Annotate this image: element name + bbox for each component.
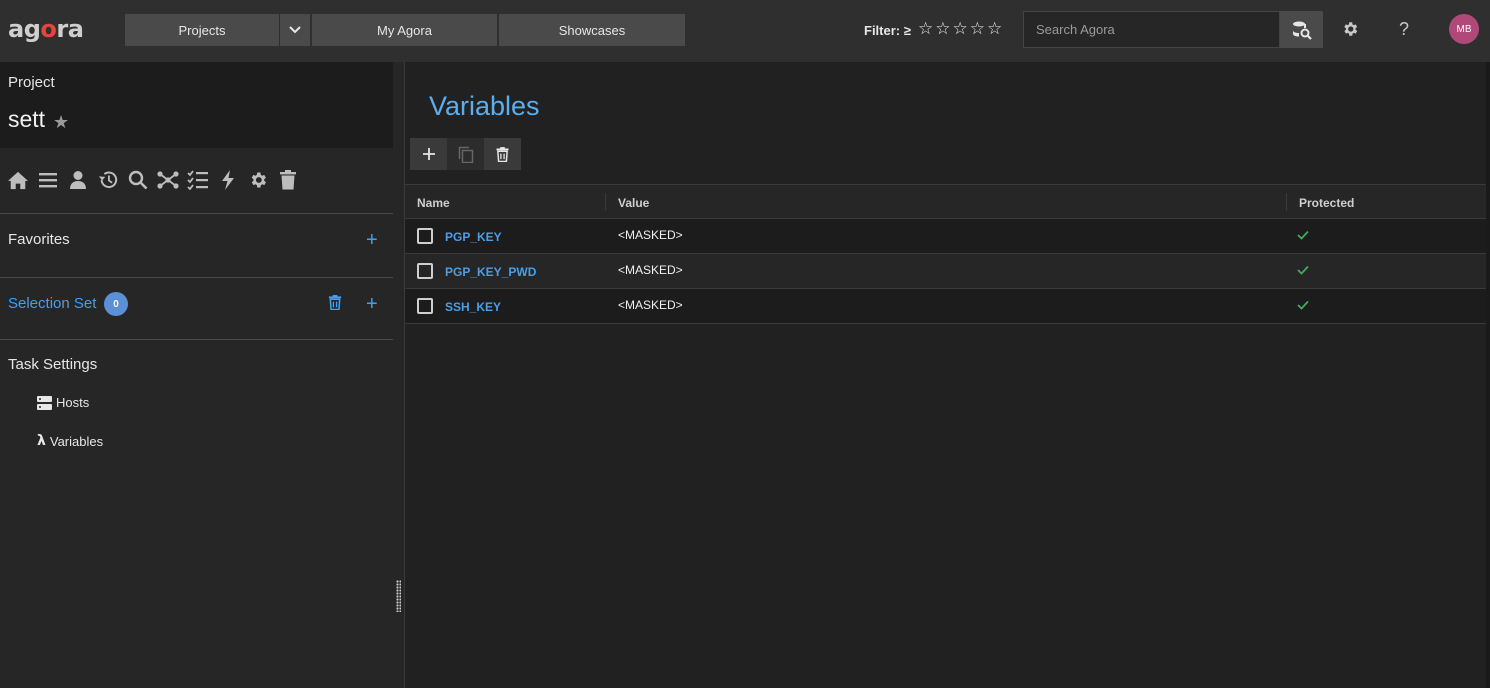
copy-icon xyxy=(458,146,473,163)
column-header-protected[interactable]: Protected xyxy=(1299,196,1354,210)
search-icon[interactable] xyxy=(126,168,150,192)
showcases-button[interactable]: Showcases xyxy=(499,14,685,46)
star-icon[interactable]: ☆ xyxy=(970,19,985,39)
page-title: Variables xyxy=(429,91,540,121)
my-agora-button[interactable]: My Agora xyxy=(312,14,497,46)
protected-check-icon xyxy=(1297,297,1309,315)
star-icon[interactable]: ☆ xyxy=(953,19,968,39)
project-name: sett xyxy=(8,106,46,132)
workflow-icon[interactable] xyxy=(156,168,180,192)
divider xyxy=(0,339,393,340)
divider xyxy=(0,277,393,278)
variable-value: <MASKED> xyxy=(618,263,683,277)
help-icon[interactable]: ? xyxy=(1393,18,1415,40)
rating-filter-stars: ☆ ☆ ☆ ☆ ☆ xyxy=(918,19,1002,39)
variables-table: Name Value Protected PGP_KEY <MASKED> PG… xyxy=(405,184,1487,324)
settings-gear-icon[interactable] xyxy=(1339,18,1361,40)
row-checkbox[interactable] xyxy=(417,228,433,244)
search-button[interactable] xyxy=(1280,11,1323,48)
protected-check-icon xyxy=(1297,262,1309,280)
server-icon xyxy=(37,395,52,410)
home-icon[interactable] xyxy=(6,168,30,192)
project-label: Project xyxy=(8,74,55,91)
star-icon[interactable]: ☆ xyxy=(987,19,1002,39)
agora-logo[interactable]: agora xyxy=(8,15,84,43)
projects-dropdown-button[interactable] xyxy=(280,14,310,46)
trash-icon[interactable] xyxy=(276,168,300,192)
scrollbar[interactable] xyxy=(1486,62,1490,688)
selection-count-badge: 0 xyxy=(104,292,128,316)
panel-resize-handle[interactable] xyxy=(396,580,401,612)
favorites-heading: Favorites xyxy=(8,231,70,248)
variable-name-link[interactable]: SSH_KEY xyxy=(445,300,501,314)
variable-name-link[interactable]: PGP_KEY_PWD xyxy=(445,265,536,279)
table-header: Name Value Protected xyxy=(405,184,1487,219)
chevron-down-icon xyxy=(289,26,301,34)
add-favorite-plus-icon[interactable]: + xyxy=(366,230,378,250)
row-checkbox[interactable] xyxy=(417,298,433,314)
variable-name-link[interactable]: PGP_KEY xyxy=(445,230,502,244)
database-search-icon xyxy=(1292,21,1312,40)
lambda-icon: λ xyxy=(37,433,46,449)
search-input[interactable] xyxy=(1023,11,1280,48)
trash-icon xyxy=(496,146,509,162)
add-selection-plus-icon[interactable]: + xyxy=(366,294,378,314)
left-panel: Project sett ★ Favorites + Selection Set… xyxy=(0,62,393,688)
project-header: Project sett ★ xyxy=(0,62,393,148)
main-content: Variables Name Value Protected PGP_KEY <… xyxy=(404,62,1487,688)
rating-filter-label: Filter: ≥ xyxy=(864,23,911,38)
list-icon[interactable] xyxy=(36,168,60,192)
column-header-name[interactable]: Name xyxy=(417,196,450,210)
user-icon[interactable] xyxy=(66,168,90,192)
column-separator[interactable] xyxy=(1286,193,1287,211)
column-separator[interactable] xyxy=(605,193,606,211)
sidebar-item-label: Hosts xyxy=(56,395,90,410)
table-row[interactable]: PGP_KEY_PWD <MASKED> xyxy=(405,254,1487,289)
variable-value: <MASKED> xyxy=(618,228,683,242)
protected-check-icon xyxy=(1297,227,1309,245)
project-toolbar xyxy=(6,168,300,192)
sidebar-item-label: Variables xyxy=(49,433,104,449)
table-row[interactable]: SSH_KEY <MASKED> xyxy=(405,289,1487,324)
table-row[interactable]: PGP_KEY <MASKED> xyxy=(405,219,1487,254)
variable-value: <MASKED> xyxy=(618,298,683,312)
column-header-value[interactable]: Value xyxy=(618,196,649,210)
copy-variable-button[interactable] xyxy=(447,138,484,170)
star-icon[interactable]: ☆ xyxy=(935,19,950,39)
divider xyxy=(0,213,393,214)
row-checkbox[interactable] xyxy=(417,263,433,279)
checklist-icon[interactable] xyxy=(186,168,210,192)
delete-variable-button[interactable] xyxy=(484,138,521,170)
avatar[interactable]: MB xyxy=(1449,14,1479,44)
top-bar: agora Projects My Agora Showcases Filter… xyxy=(0,0,1490,62)
lightning-icon[interactable] xyxy=(216,168,240,192)
sidebar-item-hosts[interactable]: Hosts xyxy=(37,395,89,410)
plus-icon xyxy=(422,148,435,160)
add-variable-button[interactable] xyxy=(410,138,447,170)
settings-icon[interactable] xyxy=(246,168,270,192)
task-settings-heading: Task Settings xyxy=(8,356,98,373)
sidebar-item-variables[interactable]: λ Variables xyxy=(37,433,103,449)
projects-button[interactable]: Projects xyxy=(125,14,279,46)
clear-selection-trash-icon[interactable] xyxy=(328,295,342,315)
selection-set-link[interactable]: Selection Set xyxy=(8,295,96,312)
history-icon[interactable] xyxy=(96,168,120,192)
favorite-star-icon[interactable]: ★ xyxy=(53,112,69,133)
star-icon[interactable]: ☆ xyxy=(918,19,933,39)
